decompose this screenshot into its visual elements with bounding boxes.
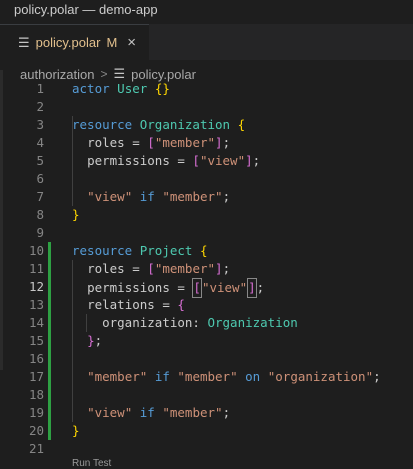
tab-policy-polar[interactable]: ☰ policy.polar M ×	[0, 24, 149, 60]
line-number: 10	[28, 243, 44, 258]
modified-indicator: M	[106, 35, 118, 50]
line-number-active: 12	[28, 279, 44, 294]
line-number: 21	[28, 441, 44, 456]
code-line: organization: Organization	[102, 315, 298, 330]
line-number: 4	[36, 135, 44, 150]
code-editor[interactable]: 1 actor User {} 2 3 resource Organization …	[0, 80, 413, 469]
code-line: resource Organization {	[72, 117, 246, 132]
line-number: 18	[28, 387, 44, 402]
line-number: 16	[28, 351, 44, 366]
chevron-right-icon: >	[100, 67, 108, 81]
code-line: }	[72, 207, 80, 222]
line-number: 15	[28, 333, 44, 348]
line-number: 13	[28, 297, 44, 312]
code-line: roles = ["member"];	[87, 135, 231, 150]
tab-label: policy.polar	[35, 35, 101, 50]
line-number: 8	[36, 207, 44, 222]
code-line: "view" if "member";	[87, 405, 231, 420]
line-number: 19	[28, 405, 44, 420]
code-line: actor User {}	[72, 81, 170, 96]
line-number: 17	[28, 369, 44, 384]
line-number: 9	[36, 225, 44, 240]
file-lines-icon: ☰	[18, 34, 30, 50]
code-line: roles = ["member"];	[87, 261, 231, 276]
line-number: 1	[36, 81, 44, 96]
code-line: permissions = ["view"];	[72, 278, 264, 298]
code-line: relations = {	[87, 297, 185, 312]
code-line: resource Project {	[72, 243, 208, 258]
line-number: 3	[36, 117, 44, 132]
code-line: "member" if "member" on "organization";	[87, 369, 381, 384]
line-number: 20	[28, 423, 44, 438]
line-number: 7	[36, 189, 44, 204]
line-number: 2	[36, 99, 44, 114]
code-line: "view" if "member";	[87, 189, 231, 204]
line-number: 6	[36, 171, 44, 186]
window-title: policy.polar — demo-app	[0, 0, 413, 24]
codelens-run-test[interactable]: Run Test	[72, 458, 111, 469]
line-number: 5	[36, 153, 44, 168]
code-line: };	[87, 333, 103, 348]
code-line: }	[72, 423, 80, 438]
tab-bar: ☰ policy.polar M ×	[0, 24, 413, 61]
code-line: permissions = ["view"];	[87, 153, 261, 168]
line-number: 14	[28, 315, 44, 330]
close-icon[interactable]: ×	[127, 34, 136, 51]
line-number: 11	[28, 261, 44, 276]
